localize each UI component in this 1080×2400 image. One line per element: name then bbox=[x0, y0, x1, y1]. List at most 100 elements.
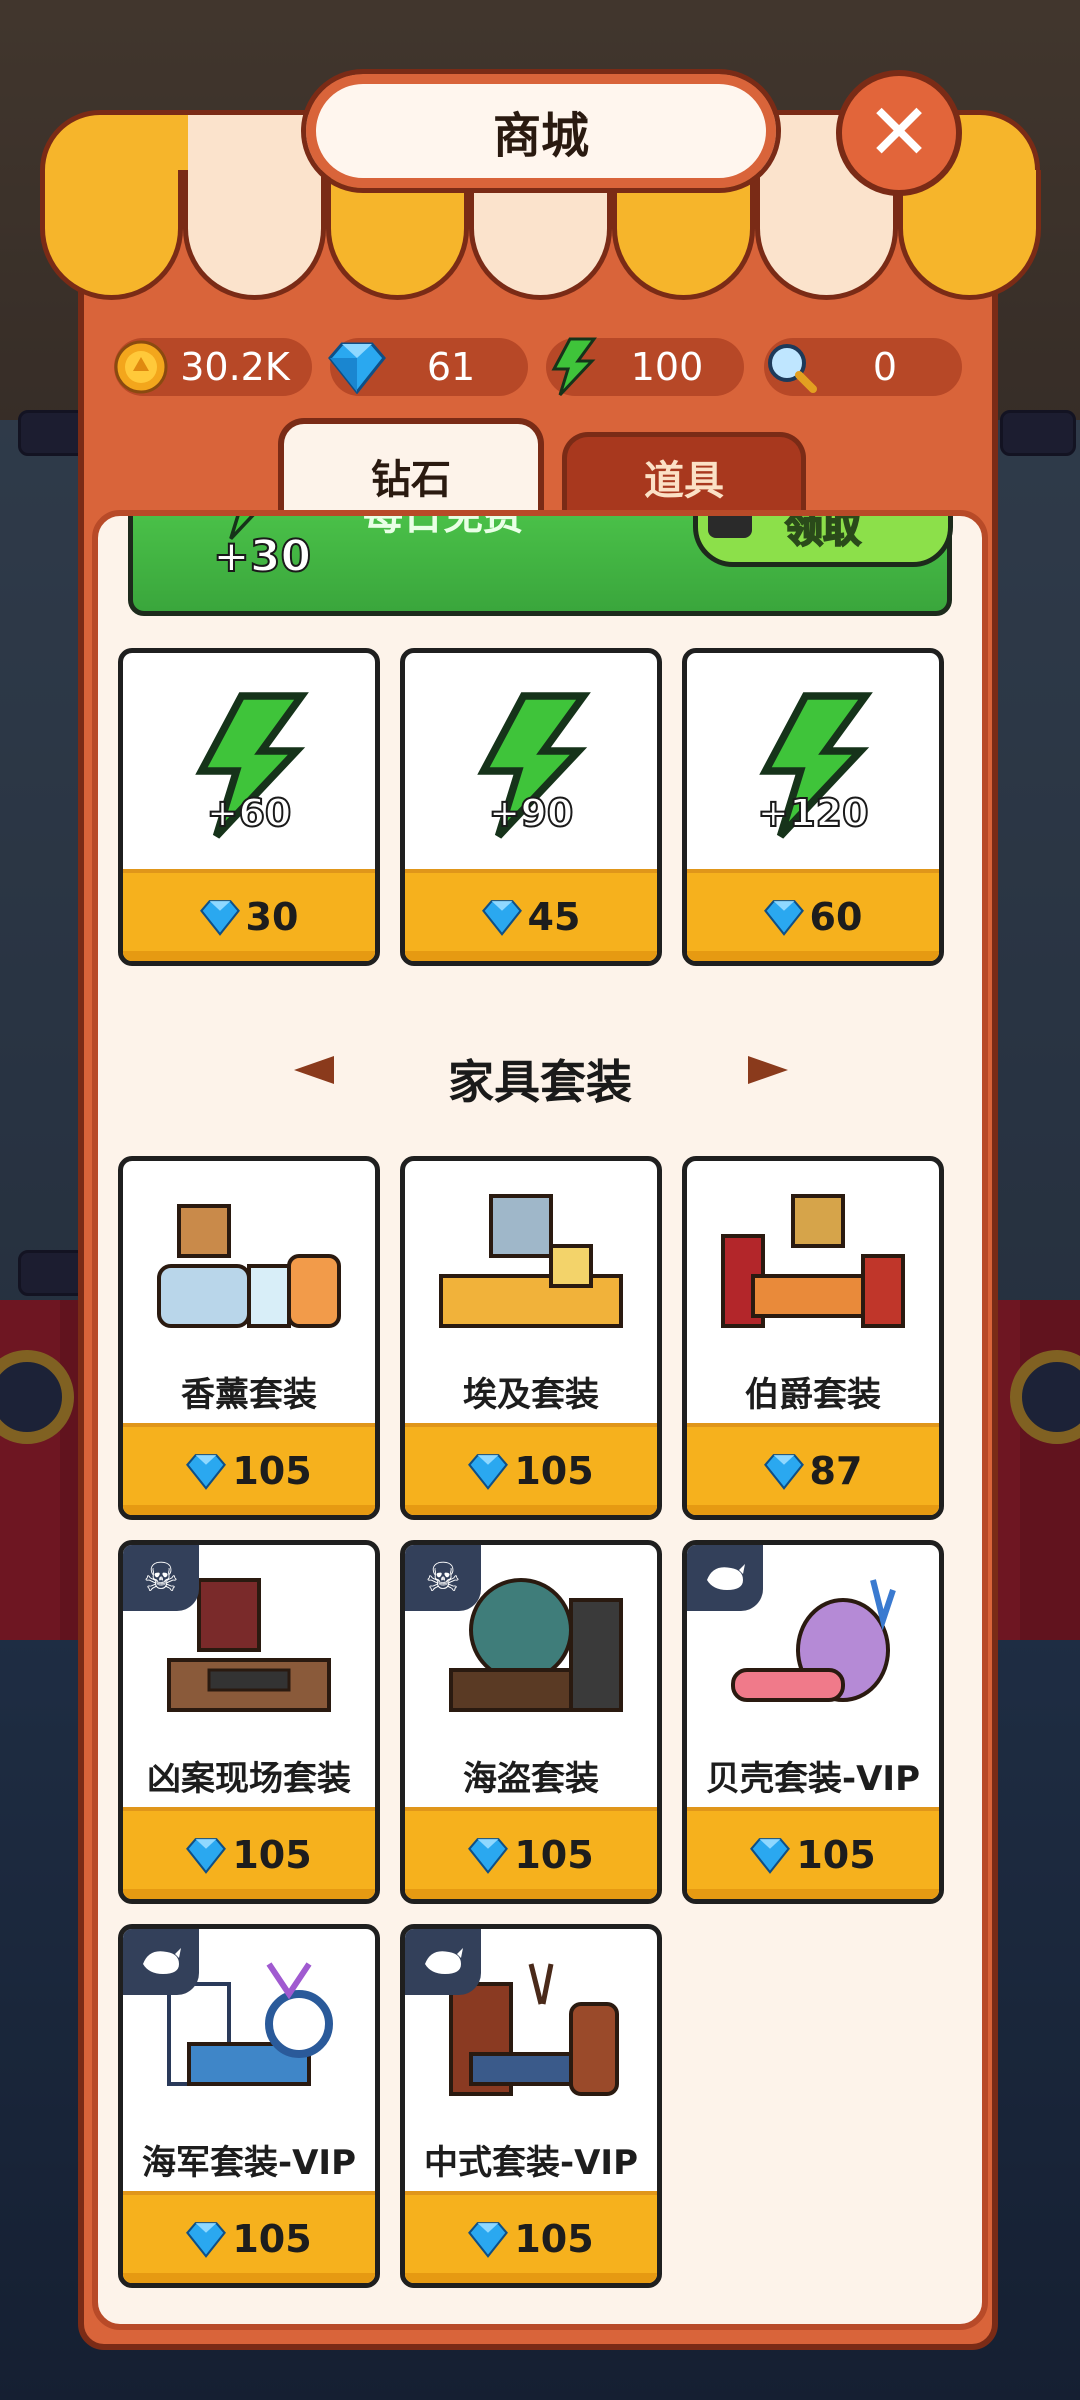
furniture-set-image bbox=[123, 1161, 375, 1361]
price-value: 105 bbox=[514, 1449, 594, 1493]
furniture-set-name: 埃及套装 bbox=[463, 1375, 599, 1415]
video-icon bbox=[708, 516, 752, 538]
energy-amount: 100 bbox=[630, 345, 704, 389]
energy-pack-image bbox=[123, 653, 375, 879]
furniture-set-name: 凶案现场套装 bbox=[147, 1759, 351, 1799]
energy-pack-amount: +120 bbox=[756, 790, 869, 836]
price-bar[interactable]: 105 bbox=[405, 1807, 657, 1899]
price-bar[interactable]: 105 bbox=[405, 2191, 657, 2283]
furniture-set-card[interactable]: 海军套装-VIP 105 bbox=[118, 1924, 380, 2288]
furniture-set-name: 海军套装-VIP bbox=[142, 2143, 356, 2183]
awning-scallop bbox=[183, 170, 326, 300]
whale-badge bbox=[687, 1545, 763, 1611]
diamond-icon bbox=[186, 1454, 227, 1490]
resource-energy: 100 bbox=[546, 337, 744, 397]
furniture-set-card[interactable]: 中式套装-VIP 105 bbox=[400, 1924, 662, 2288]
price-bar[interactable]: 105 bbox=[687, 1807, 939, 1899]
price-bar[interactable]: 87 bbox=[687, 1423, 939, 1515]
awning-scallop bbox=[40, 170, 183, 300]
price-value: 105 bbox=[514, 1833, 594, 1877]
energy-pack-image bbox=[687, 653, 939, 879]
diamond-icon bbox=[763, 1454, 804, 1490]
resource-diamonds: 61 bbox=[328, 338, 528, 396]
coin-icon bbox=[110, 336, 172, 398]
furniture-set-name: 伯爵套装 bbox=[745, 1375, 881, 1415]
close-icon[interactable]: ✕ bbox=[866, 94, 931, 172]
price-value: 60 bbox=[809, 895, 863, 939]
whale-icon bbox=[425, 1948, 463, 1974]
diamond-icon bbox=[750, 1838, 791, 1874]
price-bar[interactable]: 105 bbox=[123, 1807, 375, 1899]
furniture-set-image bbox=[405, 1161, 657, 1361]
magnifier-icon bbox=[760, 336, 822, 398]
resource-coins: 30.2K bbox=[114, 338, 312, 396]
furniture-set-card[interactable]: 香薰套装 105 bbox=[118, 1156, 380, 1520]
resource-hints: 0 bbox=[764, 338, 962, 396]
daily-free-title: 每日免费 bbox=[363, 510, 523, 539]
price-value: 45 bbox=[527, 895, 581, 939]
energy-pack-amount: +60 bbox=[206, 790, 293, 836]
skull-icon: ☠ bbox=[425, 1555, 461, 1601]
energy-pack-card[interactable]: +120 60 bbox=[682, 648, 944, 966]
price-bar[interactable]: 105 bbox=[123, 2191, 375, 2283]
price-value: 105 bbox=[796, 1833, 876, 1877]
price-value: 105 bbox=[232, 2217, 312, 2261]
diamond-amount: 61 bbox=[426, 345, 476, 389]
daily-free-amount: +30 bbox=[212, 530, 312, 583]
price-bar[interactable]: 45 bbox=[405, 869, 657, 961]
price-bar[interactable]: 105 bbox=[123, 1423, 375, 1515]
price-value: 105 bbox=[514, 2217, 594, 2261]
shop-title: 商城 bbox=[301, 69, 781, 193]
price-bar[interactable]: 30 bbox=[123, 869, 375, 961]
furniture-set-card[interactable]: ☠ 凶案现场套装 105 bbox=[118, 1540, 380, 1904]
furniture-section-title: 家具套装 bbox=[448, 1055, 632, 1109]
skull-badge: ☠ bbox=[123, 1545, 199, 1611]
hint-amount: 0 bbox=[872, 345, 898, 389]
daily-free-banner: 每日免费 +30 领取 bbox=[128, 510, 953, 616]
diamond-icon bbox=[468, 2222, 509, 2258]
tab-items[interactable]: 道具 bbox=[562, 432, 806, 516]
furniture-set-image bbox=[687, 1161, 939, 1361]
furniture-set-card[interactable]: 贝壳套装-VIP 105 bbox=[682, 1540, 944, 1904]
price-bar[interactable]: 60 bbox=[687, 869, 939, 961]
diamond-icon bbox=[186, 1838, 227, 1874]
daily-claim-button[interactable]: 领取 bbox=[693, 510, 953, 567]
skull-badge: ☠ bbox=[405, 1545, 481, 1611]
awning-scallop bbox=[469, 170, 612, 300]
diamond-icon bbox=[186, 2222, 227, 2258]
diamond-icon bbox=[468, 1838, 509, 1874]
daily-claim-label: 领取 bbox=[784, 510, 862, 552]
energy-pack-image bbox=[405, 653, 657, 879]
skull-icon: ☠ bbox=[143, 1555, 179, 1601]
whale-badge bbox=[405, 1929, 481, 1995]
furniture-set-name: 海盗套装 bbox=[463, 1759, 599, 1799]
furniture-set-card[interactable]: ☠ 海盗套装 105 bbox=[400, 1540, 662, 1904]
whale-badge bbox=[123, 1929, 199, 1995]
diamond-icon bbox=[481, 900, 522, 936]
price-value: 105 bbox=[232, 1833, 312, 1877]
price-value: 30 bbox=[245, 895, 299, 939]
awning-scallop bbox=[612, 170, 755, 300]
price-value: 105 bbox=[232, 1449, 312, 1493]
energy-icon bbox=[542, 336, 604, 398]
furniture-set-name: 贝壳套装-VIP bbox=[706, 1759, 920, 1799]
furniture-set-name: 香薰套装 bbox=[181, 1375, 317, 1415]
whale-icon bbox=[707, 1564, 745, 1590]
furniture-set-name: 中式套装-VIP bbox=[424, 2143, 638, 2183]
energy-pack-card[interactable]: +90 45 bbox=[400, 648, 662, 966]
diamond-icon bbox=[199, 900, 240, 936]
shop-content[interactable]: 每日免费 +30 领取 +60 30 +90 45 +120 60 家具套装 香… bbox=[92, 510, 988, 2330]
price-value: 87 bbox=[809, 1449, 863, 1493]
next-arrow-icon[interactable] bbox=[748, 1056, 788, 1084]
whale-icon bbox=[143, 1948, 181, 1974]
furniture-set-card[interactable]: 埃及套装 105 bbox=[400, 1156, 662, 1520]
coin-amount: 30.2K bbox=[180, 345, 290, 389]
close-button[interactable]: ✕ bbox=[836, 70, 962, 196]
energy-pack-amount: +90 bbox=[488, 790, 575, 836]
diamond-icon bbox=[326, 336, 388, 398]
awning-scallop bbox=[326, 170, 469, 300]
price-bar[interactable]: 105 bbox=[405, 1423, 657, 1515]
diamond-icon bbox=[763, 900, 804, 936]
energy-pack-card[interactable]: +60 30 bbox=[118, 648, 380, 966]
furniture-set-card[interactable]: 伯爵套装 87 bbox=[682, 1156, 944, 1520]
